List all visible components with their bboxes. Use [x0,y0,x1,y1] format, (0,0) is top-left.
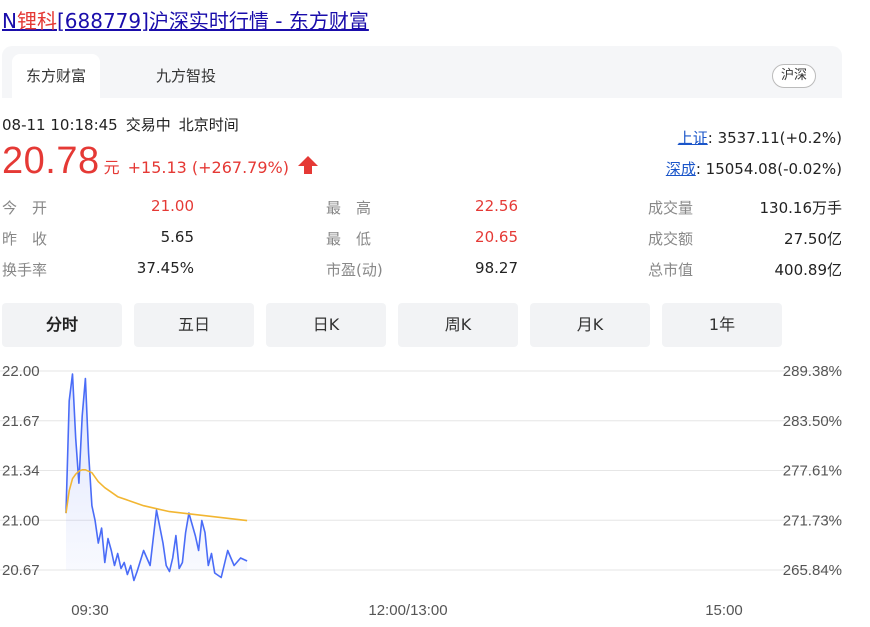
y-right-tick: 289.38% [783,363,842,380]
timezone-label: 北京时间 [178,116,239,134]
stat-turnover-rate-value: 37.45% [136,259,194,277]
trade-status: 08-11 10:18:45 交易中 北京时间 [2,114,247,135]
index-shenzhen-value: : 15054.08(-0.02%) [695,160,842,178]
tab-eastmoney[interactable]: 东方财富 [12,54,101,98]
stat-high-value: 22.56 [475,197,518,215]
source-tab-bar: 东方财富 九方智投 沪深 [2,46,842,98]
index-shanghai-name[interactable]: 上证 [678,129,708,147]
price-change: +15.13 (+267.79%) [127,158,289,177]
stat-low-label: 最 低 [326,230,372,248]
price-row: 20.78 元 +15.13 (+267.79%) [2,140,319,183]
y-right-tick: 271.73% [783,512,842,529]
chart-grid [0,370,842,571]
period-tab-monthly[interactable]: 月K [530,303,650,347]
y-right-tick: 277.61% [783,463,842,480]
period-tab-intraday[interactable]: 分时 [2,303,122,347]
y-right-tick: 265.84% [783,562,842,579]
stat-prevclose-label: 昨 收 [2,230,48,248]
price-area [66,374,248,581]
period-tab-5day[interactable]: 五日 [134,303,254,347]
y-right-tick: 283.50% [783,413,842,430]
title-highlight: 锂科 [16,9,57,33]
period-tabs: 分时 五日 日K 周K 月K 1年 [2,303,842,347]
period-tab-weekly[interactable]: 周K [398,303,518,347]
market-badge[interactable]: 沪深 [771,64,816,88]
index-shanghai-value: : 3537.11(+0.2%) [707,129,842,147]
stat-market-cap-label: 总市值 [648,261,694,279]
stat-turnover-rate-label: 换手率 [2,261,48,279]
stat-pe-value: 98.27 [475,259,518,277]
price-area-fill [66,374,248,581]
stat-turnover-amount-value: 27.50亿 [784,230,842,248]
up-arrow-icon [297,156,318,174]
stat-open-label: 今 开 [2,199,48,217]
intraday-chart[interactable]: 22.00 289.38% 21.67 283.50% 21.34 277.61% 21.0… [0,355,870,627]
x-tick: 09:30 [71,602,109,619]
stat-prevclose-value: 5.65 [160,228,194,246]
stat-volume-label: 成交量 [648,199,694,217]
tab-jiufang[interactable]: 九方智投 [142,54,230,98]
title-rest: [688779]沪深实时行情 - 东方财富 [56,9,369,33]
chart-axis-labels: 22.00 289.38% 21.67 283.50% 21.34 277.61% 21.0… [2,363,842,619]
index-shenzhen-name[interactable]: 深成 [666,160,696,178]
stat-pe-label: 市盈(动) [326,261,383,279]
y-left-tick: 21.67 [2,413,40,430]
current-price: 20.78 [2,140,100,182]
title-prefix: N [2,9,17,33]
stat-turnover-amount-label: 成交额 [648,230,694,248]
page-title[interactable]: N锂科[688779]沪深实时行情 - 东方财富 [2,5,369,34]
trading-state: 交易中 [125,116,171,134]
price-unit: 元 [103,158,120,177]
x-tick: 12:00/13:00 [368,602,447,619]
quote-datetime: 08-11 10:18:45 [2,116,118,134]
stat-volume-value: 130.16万手 [759,199,843,217]
index-shanghai: 上证: 3537.11(+0.2%) [678,127,842,148]
stat-market-cap-value: 400.89亿 [774,261,843,279]
stat-low-value: 20.65 [475,228,518,246]
y-left-tick: 20.67 [2,562,40,579]
y-left-tick: 21.00 [2,512,40,529]
y-left-tick: 21.34 [2,463,40,480]
stat-high-label: 最 高 [326,199,372,217]
x-tick: 15:00 [705,602,743,619]
period-tab-daily[interactable]: 日K [266,303,386,347]
stat-open-value: 21.00 [151,197,194,215]
period-tab-1year[interactable]: 1年 [662,303,782,347]
y-left-tick: 22.00 [2,363,40,380]
index-shenzhen: 深成: 15054.08(-0.02%) [666,158,842,179]
